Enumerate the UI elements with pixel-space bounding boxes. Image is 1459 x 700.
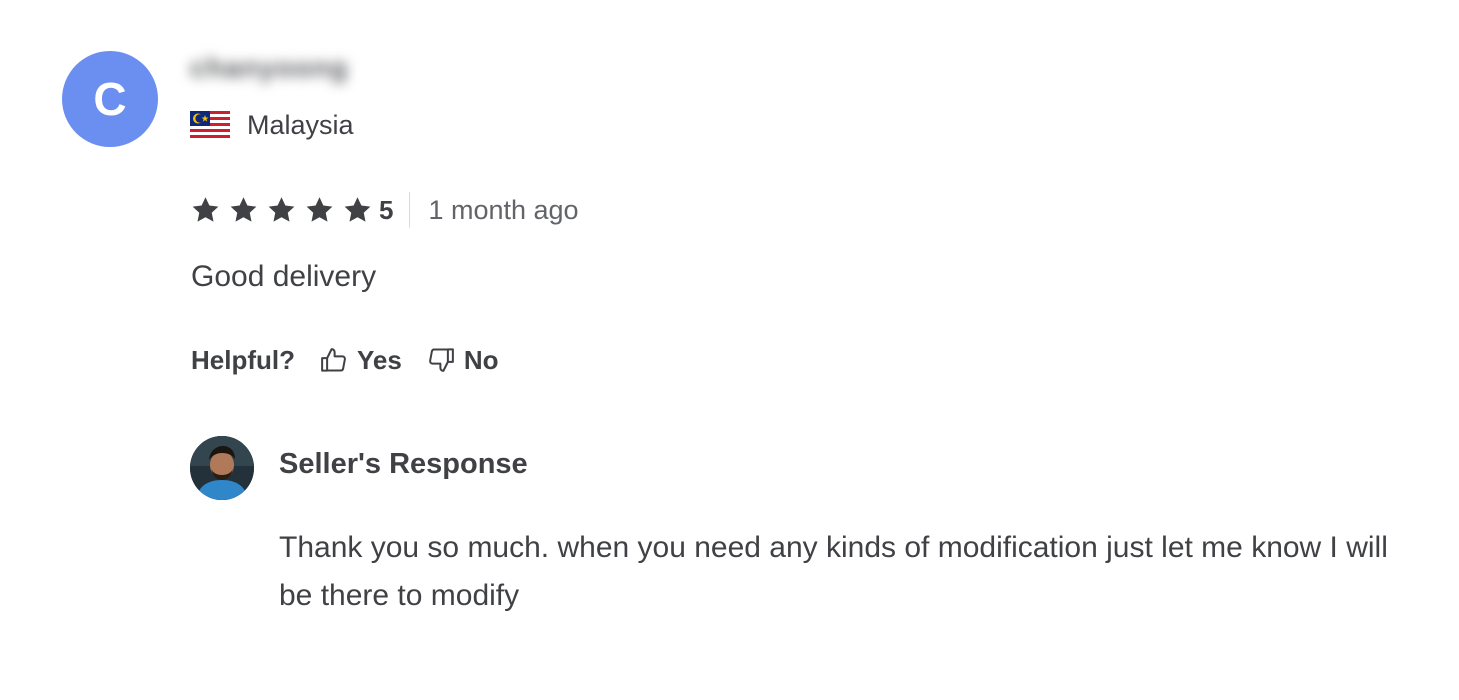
seller-photo (190, 436, 254, 500)
seller-response-title: Seller's Response (279, 448, 528, 480)
seller-avatar (190, 436, 254, 500)
star-rating (190, 195, 380, 225)
country-name: Malaysia (247, 110, 354, 140)
helpful-no-label: No (463, 344, 499, 375)
review-time: 1 month ago (428, 194, 579, 225)
reviewer-username: chanyoong (190, 52, 349, 83)
star-icon (268, 197, 295, 222)
seller-response-text: Thank you so much. when you need any kin… (279, 531, 1388, 612)
thumbs-up-icon (321, 348, 346, 372)
star-icon (192, 197, 219, 222)
reviewer-avatar: C (62, 51, 158, 147)
malaysia-flag-icon (190, 110, 230, 141)
star-icon (306, 197, 333, 222)
helpful-yes-button[interactable]: Yes (319, 345, 402, 376)
star-icon (230, 197, 257, 222)
helpful-no-button[interactable]: No (426, 345, 499, 376)
helpful-label: Helpful? (191, 344, 295, 375)
reviewer-country: Malaysia (190, 110, 354, 141)
rating-row: 5 1 month ago (190, 190, 579, 230)
review-card: C chanyoong Malaysia 5 1 month ago Good … (0, 0, 1459, 700)
helpful-row: Helpful? Yes No (191, 342, 499, 378)
reviewer-initial: C (93, 73, 127, 125)
rating-divider (409, 192, 411, 228)
helpful-yes-label: Yes (357, 344, 402, 375)
review-text: Good delivery (191, 260, 377, 293)
thumbs-down-icon (428, 348, 454, 372)
rating-value: 5 (379, 194, 394, 225)
star-icon (344, 197, 371, 222)
